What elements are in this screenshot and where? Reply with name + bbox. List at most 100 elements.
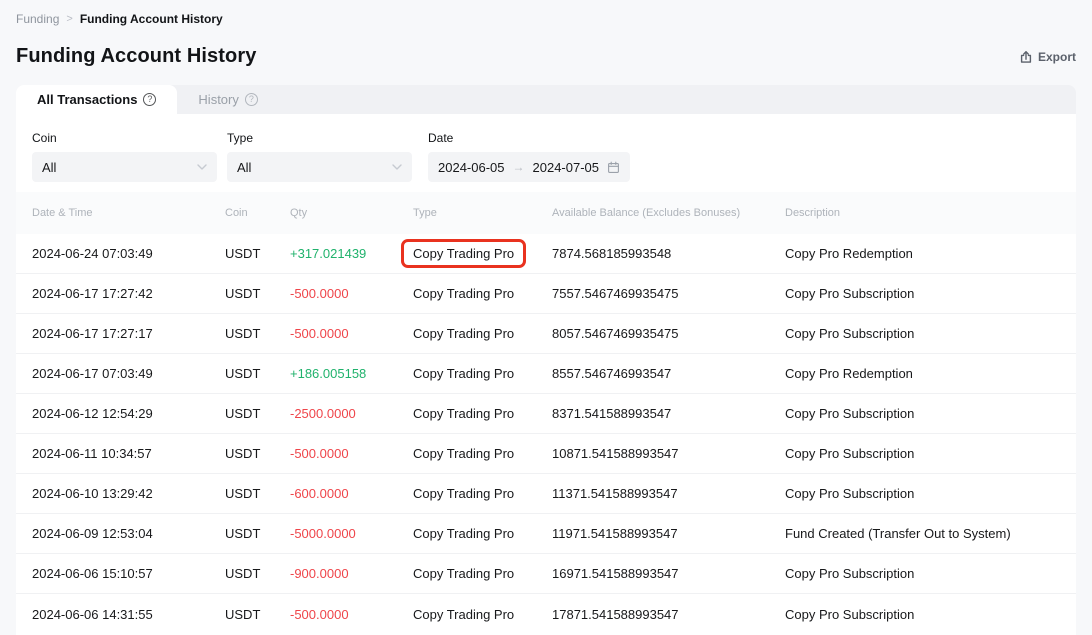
type-cell: Copy Trading Pro: [413, 286, 552, 301]
calendar-icon: [607, 161, 620, 174]
balance-cell: 11371.541588993547: [552, 486, 785, 501]
qty-cell: -5000.0000: [290, 526, 413, 541]
datetime-cell: 2024-06-24 07:03:49: [32, 246, 225, 261]
balance-cell: 8371.541588993547: [552, 406, 785, 421]
table-row: 2024-06-06 15:10:57 USDT -900.0000 Copy …: [16, 554, 1076, 594]
table-row: 2024-06-06 14:31:55 USDT -500.0000 Copy …: [16, 594, 1076, 634]
date-end-value: 2024-07-05: [533, 160, 600, 175]
tab-bar: All Transactions ? History ?: [16, 85, 1076, 114]
coin-cell: USDT: [225, 406, 290, 421]
datetime-cell: 2024-06-17 07:03:49: [32, 366, 225, 381]
help-icon[interactable]: ?: [245, 93, 258, 106]
qty-cell: +186.005158: [290, 366, 413, 381]
breadcrumb-current-page: Funding Account History: [80, 12, 223, 26]
table-row: 2024-06-17 07:03:49 USDT +186.005158 Cop…: [16, 354, 1076, 394]
type-cell: Copy Trading Pro: [413, 486, 552, 501]
coin-cell: USDT: [225, 286, 290, 301]
coin-cell: USDT: [225, 366, 290, 381]
type-cell: Copy Trading Pro: [413, 607, 552, 622]
transactions-table: Date & Time Coin Qty Type Available Bala…: [16, 192, 1076, 634]
coin-cell: USDT: [225, 566, 290, 581]
qty-cell: -500.0000: [290, 446, 413, 461]
export-icon: [1019, 50, 1033, 64]
datetime-cell: 2024-06-09 12:53:04: [32, 526, 225, 541]
chevron-down-icon: [392, 164, 402, 170]
table-header: Date & Time Coin Qty Type Available Bala…: [16, 192, 1076, 234]
datetime-cell: 2024-06-10 13:29:42: [32, 486, 225, 501]
title-row: Funding Account History Export: [16, 45, 1076, 68]
type-cell: Copy Trading Pro: [413, 326, 552, 341]
page-title: Funding Account History: [16, 45, 256, 68]
description-cell: Copy Pro Subscription: [785, 286, 1060, 301]
date-start-value: 2024-06-05: [438, 160, 505, 175]
coin-cell: USDT: [225, 246, 290, 261]
date-range-arrow: →: [513, 160, 525, 174]
tab-all-transactions-label: All Transactions: [37, 92, 137, 107]
type-cell: Copy Trading Pro: [413, 366, 552, 381]
type-cell: Copy Trading Pro: [413, 446, 552, 461]
type-select-value: All: [237, 160, 251, 175]
tab-history-label: History: [198, 92, 238, 107]
coin-filter: Coin All: [32, 131, 217, 182]
description-cell: Copy Pro Subscription: [785, 566, 1060, 581]
description-cell: Copy Pro Subscription: [785, 607, 1060, 622]
balance-cell: 7874.568185993548: [552, 246, 785, 261]
table-row: 2024-06-09 12:53:04 USDT -5000.0000 Copy…: [16, 514, 1076, 554]
type-cell: Copy Trading Pro: [413, 239, 552, 269]
date-filter: Date 2024-06-05 → 2024-07-05: [428, 131, 630, 182]
tab-history[interactable]: History ?: [177, 85, 278, 114]
tab-all-transactions[interactable]: All Transactions ?: [16, 85, 177, 114]
coin-cell: USDT: [225, 486, 290, 501]
type-cell: Copy Trading Pro: [413, 526, 552, 541]
col-description: Description: [785, 207, 1060, 219]
balance-cell: 17871.541588993547: [552, 607, 785, 622]
description-cell: Copy Pro Redemption: [785, 246, 1060, 261]
description-cell: Copy Pro Redemption: [785, 366, 1060, 381]
col-coin: Coin: [225, 207, 290, 219]
type-filter: Type All: [227, 131, 412, 182]
export-button[interactable]: Export: [1019, 50, 1076, 64]
description-cell: Fund Created (Transfer Out to System): [785, 526, 1060, 541]
type-cell: Copy Trading Pro: [413, 566, 552, 581]
coin-cell: USDT: [225, 607, 290, 622]
coin-select-value: All: [42, 160, 56, 175]
breadcrumb-separator: >: [66, 13, 72, 25]
description-cell: Copy Pro Subscription: [785, 406, 1060, 421]
type-value: Copy Trading Pro: [413, 246, 514, 261]
qty-cell: -2500.0000: [290, 406, 413, 421]
qty-cell: -500.0000: [290, 326, 413, 341]
balance-cell: 16971.541588993547: [552, 566, 785, 581]
datetime-cell: 2024-06-17 17:27:42: [32, 286, 225, 301]
datetime-cell: 2024-06-06 14:31:55: [32, 607, 225, 622]
coin-cell: USDT: [225, 526, 290, 541]
qty-cell: -900.0000: [290, 566, 413, 581]
type-select[interactable]: All: [227, 152, 412, 182]
col-balance: Available Balance (Excludes Bonuses): [552, 207, 785, 219]
col-type: Type: [413, 207, 552, 219]
qty-cell: -500.0000: [290, 286, 413, 301]
balance-cell: 7557.5467469935475: [552, 286, 785, 301]
description-cell: Copy Pro Subscription: [785, 446, 1060, 461]
annotation-box: Copy Trading Pro: [401, 239, 526, 269]
table-row: 2024-06-17 17:27:17 USDT -500.0000 Copy …: [16, 314, 1076, 354]
description-cell: Copy Pro Subscription: [785, 486, 1060, 501]
coin-select[interactable]: All: [32, 152, 217, 182]
export-label: Export: [1038, 50, 1076, 64]
help-icon[interactable]: ?: [143, 93, 156, 106]
content-panel: Coin All Type All Date 2024-06-05 →: [16, 114, 1076, 635]
table-row: 2024-06-17 17:27:42 USDT -500.0000 Copy …: [16, 274, 1076, 314]
datetime-cell: 2024-06-17 17:27:17: [32, 326, 225, 341]
balance-cell: 8557.546746993547: [552, 366, 785, 381]
col-qty: Qty: [290, 207, 413, 219]
date-range-picker[interactable]: 2024-06-05 → 2024-07-05: [428, 152, 630, 182]
filters-bar: Coin All Type All Date 2024-06-05 →: [16, 114, 1076, 182]
type-cell: Copy Trading Pro: [413, 406, 552, 421]
table-row: 2024-06-11 10:34:57 USDT -500.0000 Copy …: [16, 434, 1076, 474]
date-filter-label: Date: [428, 131, 630, 145]
datetime-cell: 2024-06-06 15:10:57: [32, 566, 225, 581]
breadcrumb-funding[interactable]: Funding: [16, 12, 59, 26]
breadcrumb: Funding > Funding Account History: [0, 0, 1092, 26]
coin-filter-label: Coin: [32, 131, 217, 145]
qty-cell: -500.0000: [290, 607, 413, 622]
table-row: 2024-06-12 12:54:29 USDT -2500.0000 Copy…: [16, 394, 1076, 434]
